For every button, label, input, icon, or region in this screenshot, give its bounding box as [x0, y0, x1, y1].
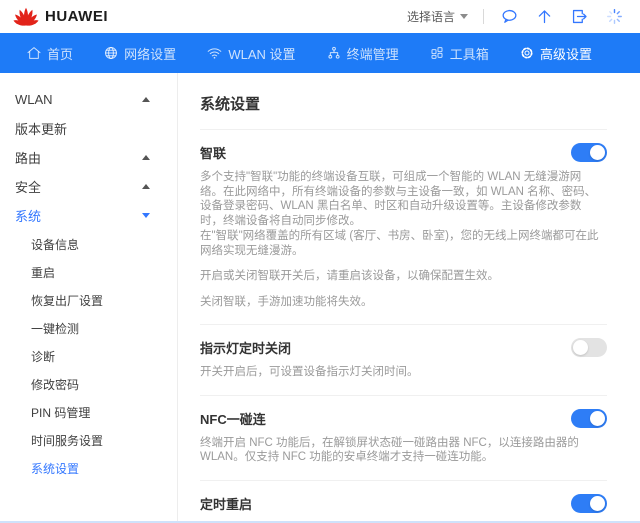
section-description: 多个支持"智联"功能的终端设备互联，可组成一个智能的 WLAN 无缝漫游网络。在… — [200, 171, 597, 227]
sidebar-item-label: 安全 — [15, 180, 42, 195]
nav-tab-label: 工具箱 — [449, 46, 489, 62]
section-title: 定时重启 — [200, 496, 253, 512]
sidebar-item-wlan[interactable]: WLAN — [0, 85, 177, 114]
section-title: 指示灯定时关闭 — [200, 341, 292, 356]
sidebar-item-security[interactable]: 安全 — [0, 172, 177, 201]
page-title: 系统设置 — [200, 73, 607, 130]
sidebar-sub-label: 诊断 — [31, 349, 56, 364]
chevron-down-icon — [460, 14, 468, 19]
section-title: NFC一碰连 — [200, 411, 266, 427]
sidebar-item-label: 路由 — [15, 151, 42, 166]
nav-tab-advanced-settings[interactable]: 高级设置 — [519, 44, 592, 63]
section-title: 智联 — [200, 146, 227, 161]
sidebar-item-factory-reset[interactable]: 恢复出厂设置 — [0, 286, 177, 314]
sidebar-sub-label: 系统设置 — [31, 461, 80, 476]
sidebar-sub-label: 设备信息 — [31, 237, 80, 252]
section-description: 终端开启 NFC 功能后，在解锁屏状态碰一碰路由器 NFC，以连接路由器的 WL… — [200, 436, 579, 464]
nav-tab-network-settings[interactable]: 网络设置 — [103, 44, 176, 63]
nav-tab-wlan-settings[interactable]: WLAN 设置 — [206, 44, 295, 63]
chevron-up-icon — [142, 155, 150, 160]
nfc-toggle[interactable] — [571, 408, 607, 428]
message-icon[interactable] — [499, 7, 519, 27]
section-description: 开启或关闭智联开关后，请重启该设备，以确保配置生效。 — [200, 270, 499, 282]
section-led-schedule: 指示灯定时关闭 开关开启后，可设置设备指示灯关闭时间。 — [200, 325, 607, 396]
nav-tab-label: 高级设置 — [539, 46, 592, 62]
sidebar-item-device-info[interactable]: 设备信息 — [0, 230, 177, 258]
chevron-up-icon — [142, 184, 150, 189]
sidebar-sub-label: 修改密码 — [31, 377, 80, 392]
nav-tab-label: WLAN 设置 — [228, 46, 296, 62]
sidebar: WLAN 版本更新 路由 安全 系统 设备信息 重启 恢复出厂设置 一键检测 诊… — [0, 73, 178, 523]
wifi-icon — [207, 48, 222, 59]
sidebar-item-system[interactable]: 系统 — [0, 201, 177, 230]
loading-icon — [604, 7, 624, 27]
scheduled-restart-toggle[interactable] — [571, 493, 607, 513]
sidebar-item-label: 版本更新 — [15, 122, 68, 137]
language-selector[interactable]: 选择语言 — [407, 8, 468, 25]
brand-text: HUAWEI — [45, 8, 108, 25]
network-icon — [105, 47, 118, 59]
huawei-logo: HUAWEI — [13, 7, 108, 26]
chevron-down-icon — [142, 213, 150, 218]
main-nav: 首页 网络设置 WLAN 设置 终端管理 工具箱 高级设置 — [0, 33, 640, 73]
sidebar-sub-label: 一键检测 — [31, 321, 80, 336]
sidebar-sub-label: PIN 码管理 — [31, 405, 91, 420]
sidebar-item-diagnosis[interactable]: 诊断 — [0, 342, 177, 370]
sidebar-item-label: WLAN — [15, 92, 53, 107]
sidebar-item-router[interactable]: 路由 — [0, 143, 177, 172]
section-description: 关闭智联，手游加速功能将失效。 — [200, 295, 373, 308]
sidebar-sub-label: 时间服务设置 — [31, 433, 104, 448]
sidebar-item-reboot[interactable]: 重启 — [0, 258, 177, 286]
nav-tab-home[interactable]: 首页 — [26, 44, 73, 63]
sidebar-item-version-update[interactable]: 版本更新 — [0, 114, 177, 143]
logout-icon[interactable] — [569, 7, 589, 27]
section-description: 开关开启后，可设置设备指示灯关闭时间。 — [200, 366, 419, 378]
sidebar-item-change-password[interactable]: 修改密码 — [0, 370, 177, 398]
top-header: HUAWEI 选择语言 — [0, 0, 640, 33]
nav-tab-label: 网络设置 — [124, 46, 177, 62]
sidebar-item-pin-management[interactable]: PIN 码管理 — [0, 398, 177, 426]
section-smart-link: 智联 多个支持"智联"功能的终端设备互联，可组成一个智能的 WLAN 无缝漫游网… — [200, 130, 607, 325]
language-label: 选择语言 — [406, 10, 455, 24]
nav-tab-toolbox[interactable]: 工具箱 — [429, 44, 489, 63]
section-scheduled-restart: 定时重启 系统重启时间段:01:00 - 05:00(系统每隔7天将检测设备是否… — [200, 481, 607, 523]
section-nfc: NFC一碰连 终端开启 NFC 功能后，在解锁屏状态碰一碰路由器 NFC，以连接… — [200, 396, 607, 481]
smart-link-toggle[interactable] — [571, 143, 607, 162]
devices-icon — [328, 46, 340, 59]
sidebar-sub-label: 重启 — [31, 265, 56, 280]
sidebar-item-time-service[interactable]: 时间服务设置 — [0, 426, 177, 454]
led-schedule-toggle[interactable] — [571, 338, 607, 357]
divider — [483, 9, 484, 24]
section-description: 在"智联"网络覆盖的所有区域 (客厅、书房、卧室)，您的无线上网终端都可在此网络… — [200, 230, 599, 257]
sidebar-item-system-settings[interactable]: 系统设置 — [0, 454, 177, 482]
main-content: 系统设置 智联 多个支持"智联"功能的终端设备互联，可组成一个智能的 WLAN … — [178, 73, 640, 523]
nav-tab-label: 终端管理 — [346, 46, 399, 62]
sidebar-sub-label: 恢复出厂设置 — [31, 293, 104, 308]
nav-tab-label: 首页 — [47, 46, 74, 62]
sidebar-item-one-key-check[interactable]: 一键检测 — [0, 314, 177, 342]
huawei-flower-icon — [13, 7, 39, 26]
nav-tab-device-management[interactable]: 终端管理 — [326, 44, 399, 63]
sidebar-item-label: 系统 — [15, 209, 42, 224]
upgrade-icon[interactable] — [534, 7, 554, 27]
gear-icon — [521, 47, 533, 59]
chevron-up-icon — [142, 97, 150, 102]
toolbox-icon — [431, 47, 443, 59]
home-icon — [27, 47, 41, 59]
